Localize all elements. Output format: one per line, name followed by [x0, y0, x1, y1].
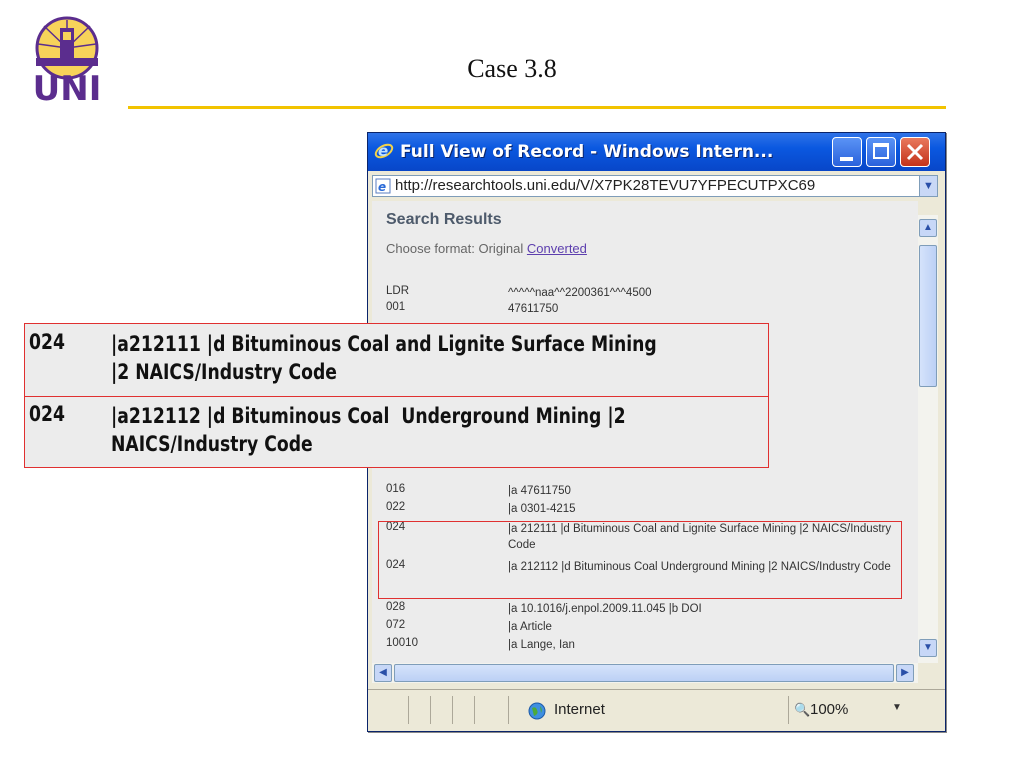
record-tag: 001	[386, 301, 406, 313]
scroll-right-icon[interactable]: ▶	[896, 664, 914, 682]
magnified-callout: 024 |a212111 |d Bituminous Coal and Lign…	[24, 323, 769, 468]
record-value: ^^^^^naa^^2200361^^^4500	[508, 287, 652, 299]
minimize-button[interactable]	[832, 137, 862, 167]
ie-logo-icon: e	[374, 142, 394, 160]
highlight-box	[378, 521, 902, 599]
page-icon: e	[375, 178, 391, 194]
globe-icon	[528, 702, 546, 720]
vertical-scrollbar[interactable]: ▲ ▼	[918, 215, 938, 663]
horizontal-scrollbar[interactable]: ◀ ▶	[372, 663, 918, 683]
scroll-thumb[interactable]	[919, 245, 937, 387]
address-bar[interactable]: e http://researchtools.uni.edu/V/X7PK28T…	[372, 175, 938, 197]
scroll-down-icon[interactable]: ▼	[919, 639, 937, 657]
scroll-left-icon[interactable]: ◀	[374, 664, 392, 682]
close-button[interactable]	[900, 137, 930, 167]
title-underline	[128, 106, 946, 109]
address-dropdown-icon[interactable]: ▼	[919, 176, 937, 196]
callout-tag: 024	[29, 402, 65, 426]
window-titlebar[interactable]: e Full View of Record - Windows Intern..…	[368, 133, 945, 171]
format-chooser: Choose format: Original Converted	[386, 241, 587, 256]
record-value: |a 10.1016/j.enpol.2009.11.045 |b DOI	[508, 603, 702, 615]
address-url[interactable]: http://researchtools.uni.edu/V/X7PK28TEV…	[395, 177, 915, 194]
record-tag: LDR	[386, 285, 410, 297]
close-icon	[906, 143, 924, 161]
status-bar: Internet 🔍 100% ▼	[368, 689, 945, 730]
svg-text:e: e	[378, 142, 388, 160]
format-prefix: Choose format: Original	[386, 241, 524, 256]
callout-value: |a212112 |d Bituminous Coal Underground …	[111, 404, 626, 456]
security-zone: Internet	[554, 701, 605, 718]
window-title: Full View of Record - Windows Intern...	[400, 142, 774, 162]
svg-text:e: e	[378, 180, 386, 194]
results-heading: Search Results	[386, 211, 502, 228]
record-tag: 022	[386, 501, 406, 513]
maximize-button[interactable]	[866, 137, 896, 167]
zoom-level[interactable]: 100%	[810, 701, 848, 718]
slide-title: Case 3.8	[467, 54, 557, 83]
record-tag: 016	[386, 483, 406, 495]
record-value: |a Article	[508, 621, 552, 633]
record-value: 47611750	[508, 303, 559, 315]
callout-tag: 024	[29, 330, 65, 354]
callout-divider	[25, 396, 768, 397]
converted-link[interactable]: Converted	[527, 241, 587, 256]
minimize-icon	[840, 157, 853, 161]
record-value: |a Lange, Ian	[508, 639, 575, 651]
scroll-up-icon[interactable]: ▲	[919, 219, 937, 237]
scroll-thumb[interactable]	[394, 664, 894, 682]
maximize-icon	[873, 143, 889, 159]
zoom-icon[interactable]: 🔍	[794, 702, 810, 718]
zoom-dropdown-icon[interactable]: ▼	[892, 702, 902, 713]
record-tag: 072	[386, 619, 406, 631]
record-value: |a 0301-4215	[508, 503, 576, 515]
callout-value: |a212111 |d Bituminous Coal and Lignite …	[111, 332, 657, 384]
record-value: |a 47611750	[508, 485, 571, 497]
record-tag: 10010	[386, 637, 418, 649]
record-tag: 028	[386, 601, 406, 613]
